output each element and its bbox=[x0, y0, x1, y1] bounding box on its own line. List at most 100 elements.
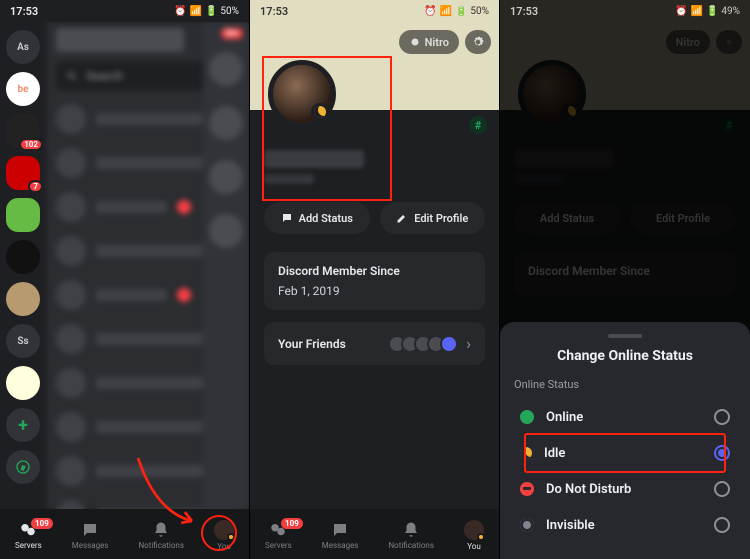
nav-you[interactable]: You bbox=[214, 520, 234, 551]
radio[interactable] bbox=[714, 481, 730, 497]
clock: 17:53 bbox=[260, 5, 288, 18]
friend-avatar[interactable] bbox=[209, 160, 243, 194]
idle-moon-icon bbox=[314, 106, 326, 118]
dm-button[interactable]: As bbox=[6, 30, 40, 64]
guild-rail: As be 102 7 Ss + bbox=[0, 22, 46, 509]
battery-icon: 🔋 bbox=[205, 6, 217, 17]
battery-pct: 49% bbox=[721, 6, 740, 17]
friend-avatar[interactable] bbox=[209, 214, 243, 248]
guild-avatar[interactable] bbox=[6, 198, 40, 232]
speech-icon bbox=[281, 212, 293, 224]
search-placeholder: Search bbox=[86, 69, 123, 83]
sheet-handle[interactable] bbox=[608, 334, 642, 338]
clock: 17:53 bbox=[10, 5, 38, 18]
guild-avatar[interactable]: 102 bbox=[6, 114, 40, 148]
alarm-icon: ⏰ bbox=[675, 6, 687, 17]
guild-avatar[interactable]: 7 bbox=[6, 156, 40, 190]
signal-icon: 📶 bbox=[691, 6, 703, 17]
your-friends-row[interactable]: Your Friends › bbox=[264, 322, 485, 365]
messages-icon bbox=[331, 521, 349, 539]
you-avatar-icon bbox=[464, 520, 484, 540]
clock: 17:53 bbox=[510, 5, 538, 18]
nav-messages[interactable]: Messages bbox=[72, 521, 109, 550]
section-label: Online Status bbox=[514, 378, 736, 391]
status-bar: 17:53 ⏰ 📶 🔋 50% bbox=[0, 0, 249, 22]
guild-avatar[interactable] bbox=[6, 366, 40, 400]
bell-icon bbox=[402, 521, 420, 539]
chevron-right-icon: › bbox=[466, 334, 471, 353]
guild-avatar[interactable]: be bbox=[6, 72, 40, 106]
battery-icon: 🔋 bbox=[455, 6, 467, 17]
nav-messages[interactable]: Messages bbox=[322, 521, 359, 550]
guild-avatar[interactable]: Ss bbox=[6, 324, 40, 358]
gear-icon bbox=[471, 35, 485, 49]
pencil-icon bbox=[396, 212, 408, 224]
idle-moon-icon bbox=[520, 447, 532, 459]
friend-avatar[interactable] bbox=[209, 52, 243, 86]
status-sheet: Change Online Status Online Status Onlin… bbox=[500, 322, 750, 559]
profile-avatar[interactable] bbox=[268, 60, 336, 128]
explore-button[interactable] bbox=[6, 450, 40, 484]
bell-icon bbox=[152, 521, 170, 539]
edit-profile-button[interactable]: Edit Profile bbox=[380, 202, 486, 234]
nav-notifications[interactable]: Notifications bbox=[388, 521, 433, 550]
status-option-idle[interactable]: Idle bbox=[514, 435, 736, 471]
nitro-chip[interactable]: Nitro bbox=[399, 30, 459, 54]
alarm-icon: ⏰ bbox=[424, 6, 436, 17]
radio[interactable] bbox=[714, 409, 730, 425]
messages-icon bbox=[81, 521, 99, 539]
pane-status-sheet: 17:53 ⏰ 📶 🔋 49% Nitro Add Status Edit Pr… bbox=[500, 0, 750, 559]
friends-label: Your Friends bbox=[278, 337, 346, 351]
status-option-dnd[interactable]: Do Not Disturb bbox=[514, 471, 736, 507]
sheet-title: Change Online Status bbox=[514, 348, 736, 364]
member-since-card: Discord Member Since Feb 1, 2019 bbox=[264, 252, 485, 310]
status-bar: 17:53 ⏰ 📶 🔋 49% bbox=[500, 0, 750, 22]
guild-avatar[interactable] bbox=[6, 282, 40, 316]
settings-button[interactable] bbox=[465, 30, 491, 54]
nav-servers[interactable]: 109 Servers bbox=[15, 521, 42, 550]
status-bar: 17:53 ⏰ 📶 🔋 50% bbox=[250, 0, 499, 22]
unread-badge: 7 bbox=[28, 180, 43, 193]
status-dot-idle bbox=[227, 533, 235, 541]
username bbox=[264, 174, 314, 184]
nav-notifications[interactable]: Notifications bbox=[138, 521, 183, 550]
dnd-icon bbox=[520, 482, 534, 496]
status-indicator bbox=[311, 103, 329, 121]
bottom-nav: 109 Servers Messages Notifications You bbox=[250, 509, 499, 559]
add-server-button[interactable]: + bbox=[6, 408, 40, 442]
online-dot-icon bbox=[520, 410, 534, 424]
status-dot-idle bbox=[477, 533, 485, 541]
nitro-icon bbox=[409, 36, 421, 48]
battery-pct: 50% bbox=[470, 6, 489, 17]
alarm-icon: ⏰ bbox=[174, 6, 186, 17]
profile-body: Add Status Edit Profile Discord Member S… bbox=[250, 110, 499, 509]
nav-badge: 109 bbox=[31, 518, 53, 529]
radio-selected[interactable] bbox=[714, 445, 730, 461]
invisible-icon bbox=[520, 518, 534, 532]
member-since-label: Discord Member Since bbox=[278, 264, 471, 278]
you-avatar-icon bbox=[214, 520, 234, 540]
search-icon bbox=[66, 70, 78, 82]
display-name bbox=[264, 150, 364, 168]
nav-you[interactable]: You bbox=[464, 520, 484, 551]
active-now-peek: 99+ bbox=[203, 22, 249, 509]
bottom-nav: 109 Servers Messages Notifications You bbox=[0, 509, 249, 559]
unread-badge: 102 bbox=[19, 138, 43, 151]
member-since-value: Feb 1, 2019 bbox=[278, 284, 471, 298]
nav-servers[interactable]: 109 Servers bbox=[265, 521, 292, 550]
status-option-online[interactable]: Online bbox=[514, 399, 736, 435]
status-option-invisible[interactable]: Invisible bbox=[514, 507, 736, 543]
battery-icon: 🔋 bbox=[706, 6, 718, 17]
friend-avatar[interactable] bbox=[209, 106, 243, 140]
friend-avatars bbox=[393, 335, 458, 353]
radio[interactable] bbox=[714, 517, 730, 533]
guild-avatar[interactable] bbox=[6, 240, 40, 274]
signal-icon: 📶 bbox=[440, 6, 452, 17]
unread-pill: 99+ bbox=[221, 28, 243, 39]
add-status-button[interactable]: Add Status bbox=[264, 202, 370, 234]
battery-pct: 50% bbox=[220, 6, 239, 17]
pane-server-list: 17:53 ⏰ 📶 🔋 50% As be 102 7 Ss + bbox=[0, 0, 250, 559]
pane-profile: 17:53 ⏰ 📶 🔋 50% Nitro bbox=[250, 0, 500, 559]
connection-badge[interactable] bbox=[469, 116, 487, 134]
signal-icon: 📶 bbox=[190, 6, 202, 17]
